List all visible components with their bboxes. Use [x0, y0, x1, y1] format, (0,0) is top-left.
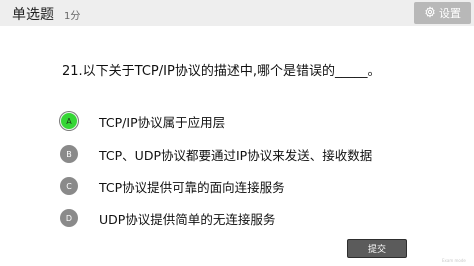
option-b[interactable]: B TCP、UDP协议都要通过IP协议来发送、接收数据 — [60, 143, 400, 165]
option-d-text: UDP协议提供简单的无连接服务 — [99, 211, 276, 227]
gear-icon — [424, 5, 436, 21]
settings-label: 设置 — [439, 7, 461, 20]
settings-button[interactable]: 设置 — [414, 2, 471, 24]
question-type-title: 单选题 — [12, 7, 54, 23]
option-a-text: TCP/IP协议属于应用层 — [99, 114, 226, 130]
option-c-text: TCP协议提供可靠的面向连接服务 — [99, 179, 285, 195]
option-c-badge[interactable]: C — [60, 177, 78, 195]
option-a-badge[interactable]: A — [60, 112, 78, 130]
submit-button[interactable]: 提交 — [347, 239, 407, 258]
watermark: Exam mode — [442, 258, 466, 263]
question-score: 1分 — [64, 11, 81, 22]
option-b-text: TCP、UDP协议都要通过IP协议来发送、接收数据 — [99, 147, 373, 163]
option-b-badge[interactable]: B — [60, 145, 78, 163]
option-d[interactable]: D UDP协议提供简单的无连接服务 — [60, 207, 400, 229]
option-a[interactable]: A TCP/IP协议属于应用层 — [60, 110, 400, 132]
header-bar: 单选题 1分 设置 — [0, 0, 474, 26]
option-d-badge[interactable]: D — [60, 209, 78, 227]
option-c[interactable]: C TCP协议提供可靠的面向连接服务 — [60, 175, 400, 197]
question-text: 21.以下关于TCP/IP协议的描述中,哪个是错误的_____。 — [62, 64, 381, 79]
